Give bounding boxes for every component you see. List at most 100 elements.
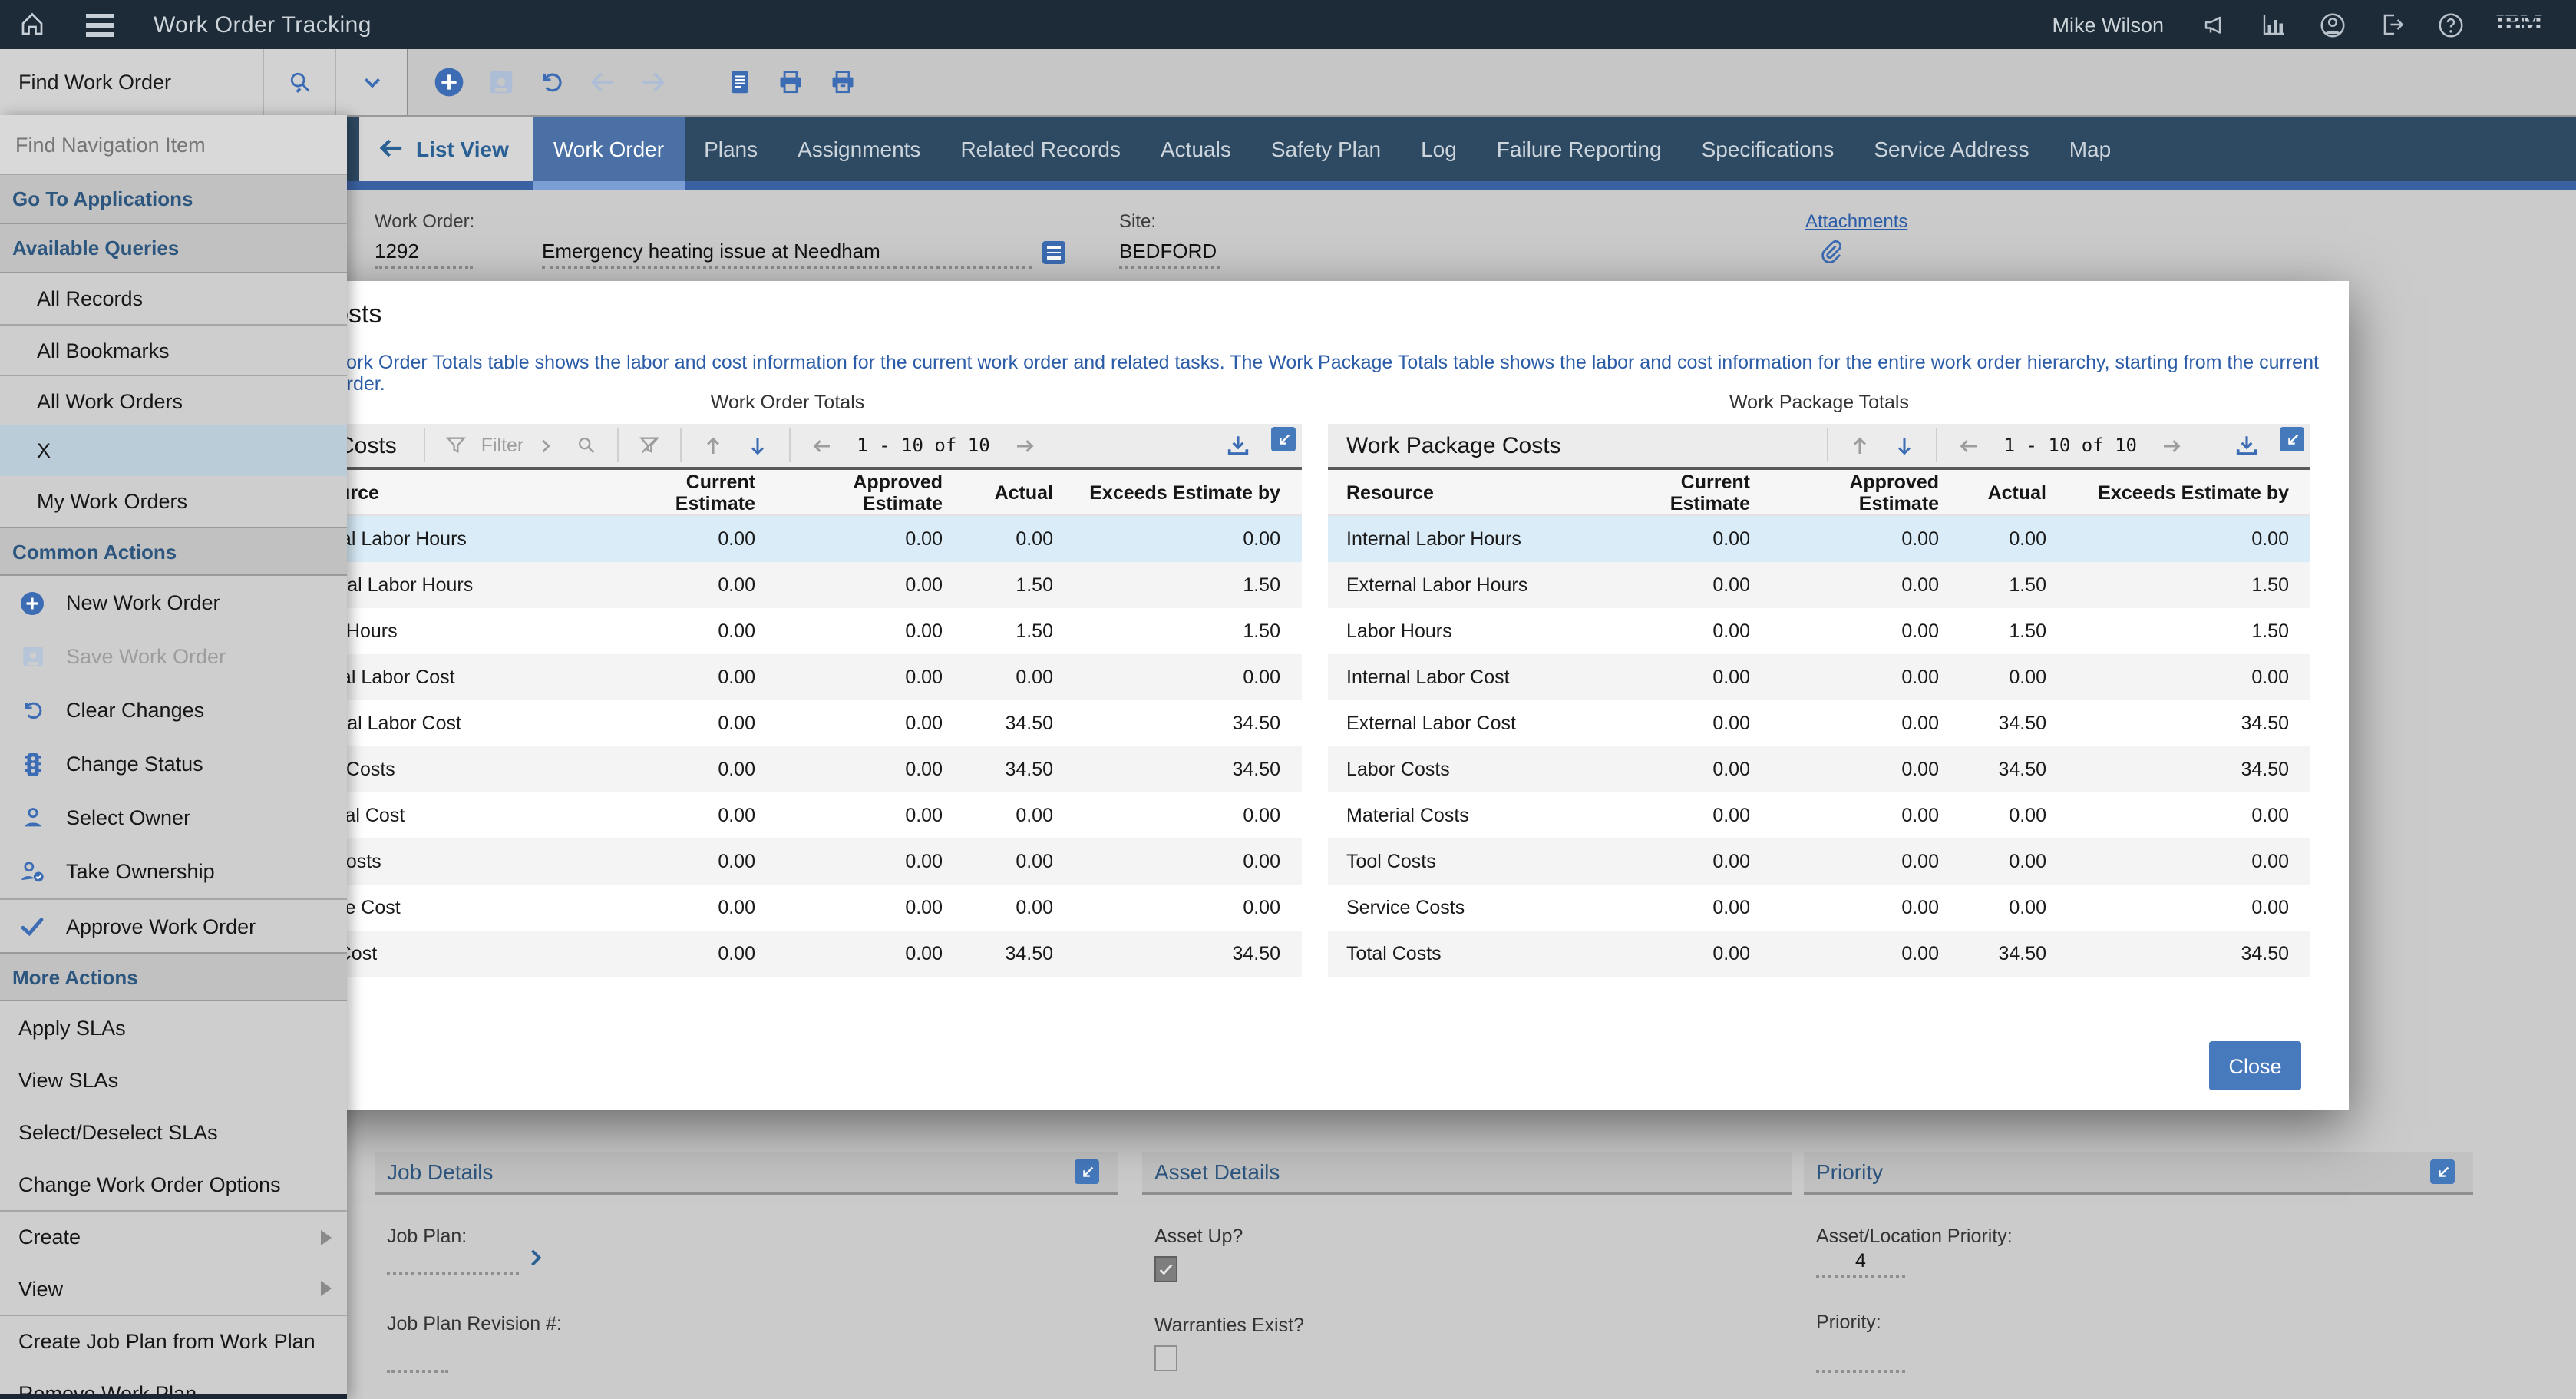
announcements-icon[interactable]: [2201, 11, 2228, 38]
table-row[interactable]: External Labor Hours0.000.001.501.50: [273, 562, 1302, 608]
column-header[interactable]: Approved Estimate: [1772, 471, 1960, 514]
sidebar-item-take-ownership[interactable]: Take Ownership: [0, 845, 347, 898]
profile-icon[interactable]: [2317, 10, 2346, 39]
previous-page-icon[interactable]: [811, 434, 834, 457]
print-icon[interactable]: [775, 68, 806, 97]
minimize-panel-icon[interactable]: [1075, 1159, 1099, 1184]
sidebar-item-all-work-orders[interactable]: All Work Orders: [0, 375, 347, 425]
find-navigation-input[interactable]: [0, 131, 347, 157]
sidebar-item-all-records[interactable]: All Records: [0, 273, 347, 324]
sidebar-header-common-actions[interactable]: Common Actions: [0, 527, 347, 576]
sidebar-item-select-deselect-slas[interactable]: Select/Deselect SLAs: [0, 1106, 347, 1158]
sidebar-header-more-actions[interactable]: More Actions: [0, 952, 347, 1001]
sidebar-item-select-owner[interactable]: Select Owner: [0, 791, 347, 845]
table-row[interactable]: Service Cost0.000.000.000.00: [273, 885, 1302, 931]
column-header[interactable]: Actual: [964, 481, 1075, 503]
previous-row-icon[interactable]: [702, 434, 725, 457]
table-row[interactable]: Labor Costs0.000.0034.5034.50: [1328, 746, 2310, 792]
minimize-table-icon[interactable]: [2280, 427, 2304, 451]
sidebar-item-apply-slas[interactable]: Apply SLAs: [0, 1001, 347, 1053]
filter-icon[interactable]: [446, 435, 467, 456]
column-header[interactable]: Current Estimate: [1600, 471, 1772, 514]
job-plan-revision-field[interactable]: [387, 1345, 448, 1373]
sidebar-item-new-work-order[interactable]: New Work Order: [0, 576, 347, 630]
work-order-number-field[interactable]: 1292: [375, 240, 473, 269]
filter-label[interactable]: Filter: [481, 435, 524, 456]
table-row[interactable]: Labor Hours0.000.001.501.50: [273, 608, 1302, 654]
previous-page-icon[interactable]: [1958, 434, 1981, 457]
reports-icon[interactable]: [2259, 11, 2287, 38]
table-row[interactable]: Service Costs0.000.000.000.00: [1328, 885, 2310, 931]
sidebar-item-x[interactable]: X: [0, 425, 347, 476]
minimize-table-icon[interactable]: [1271, 427, 1296, 451]
table-row[interactable]: Tool Costs0.000.000.000.00: [273, 838, 1302, 885]
next-page-icon[interactable]: [1013, 434, 1036, 457]
tab-log[interactable]: Log: [1401, 115, 1477, 190]
sidebar-item-create-job-plan-from-work-plan[interactable]: Create Job Plan from Work Plan: [0, 1315, 347, 1367]
next-row-icon[interactable]: [746, 434, 769, 457]
table-search-icon[interactable]: [576, 435, 597, 456]
warranties-exist-checkbox[interactable]: [1154, 1345, 1177, 1371]
long-description-icon[interactable]: [1042, 241, 1065, 264]
query-dropdown-button[interactable]: [336, 49, 407, 115]
column-header[interactable]: Resource: [1328, 481, 1600, 503]
site-field[interactable]: BEDFORD: [1119, 240, 1220, 269]
column-header[interactable]: Exceeds Estimate by: [1075, 481, 1302, 503]
table-row[interactable]: Total Costs0.000.0034.5034.50: [1328, 931, 2310, 977]
column-header[interactable]: Current Estimate: [608, 471, 777, 514]
work-order-description-field[interactable]: Emergency heating issue at Needham: [542, 240, 1032, 269]
sidebar-item-approve-work-order[interactable]: Approve Work Order: [0, 898, 347, 952]
table-row[interactable]: Internal Labor Cost0.000.000.000.00: [273, 654, 1302, 700]
run-reports-icon[interactable]: [726, 68, 754, 97]
column-header[interactable]: Exceeds Estimate by: [2068, 481, 2310, 503]
previous-row-icon[interactable]: [1849, 434, 1872, 457]
list-view-button[interactable]: List View: [359, 115, 533, 190]
sidebar-item-change-work-order-options[interactable]: Change Work Order Options: [0, 1158, 347, 1210]
table-row[interactable]: Material Cost0.000.000.000.00: [273, 792, 1302, 838]
sidebar-item-all-bookmarks[interactable]: All Bookmarks: [0, 324, 347, 375]
table-row[interactable]: External Labor Hours0.000.001.501.50: [1328, 562, 2310, 608]
menu-icon[interactable]: [86, 13, 114, 36]
tab-work-order[interactable]: Work Order: [533, 115, 684, 190]
job-plan-field[interactable]: [387, 1247, 519, 1275]
job-plan-detail-chevron-icon[interactable]: [525, 1247, 547, 1268]
table-row[interactable]: Internal Labor Hours0.000.000.000.00: [1328, 516, 2310, 562]
print-with-attachments-icon[interactable]: [827, 68, 858, 97]
table-row[interactable]: External Labor Cost0.000.0034.5034.50: [1328, 700, 2310, 746]
tab-actuals[interactable]: Actuals: [1141, 115, 1251, 190]
table-row[interactable]: Material Costs0.000.000.000.00: [1328, 792, 2310, 838]
table-row[interactable]: Labor Costs0.000.0034.5034.50: [273, 746, 1302, 792]
new-record-icon[interactable]: [433, 66, 465, 98]
sidebar-item-remove-work-plan[interactable]: Remove Work Plan: [0, 1367, 347, 1399]
help-icon[interactable]: [2436, 10, 2465, 39]
sidebar-item-clear-changes[interactable]: Clear Changes: [0, 683, 347, 737]
sidebar-item-view-slas[interactable]: View SLAs: [0, 1053, 347, 1106]
paperclip-icon[interactable]: [1818, 238, 1844, 264]
sidebar-item-create[interactable]: Create: [0, 1210, 347, 1262]
tab-map[interactable]: Map: [2049, 115, 2131, 190]
next-page-icon[interactable]: [2160, 434, 2183, 457]
tab-safety-plan[interactable]: Safety Plan: [1251, 115, 1401, 190]
home-icon[interactable]: [18, 11, 46, 38]
search-button[interactable]: [264, 49, 336, 115]
download-icon[interactable]: [1225, 432, 1251, 458]
column-header[interactable]: Approved Estimate: [777, 471, 964, 514]
sidebar-item-view[interactable]: View: [0, 1262, 347, 1315]
find-work-order-input[interactable]: [0, 69, 263, 95]
download-icon[interactable]: [2234, 432, 2260, 458]
attachments-link[interactable]: Attachments: [1805, 210, 1907, 232]
sign-out-icon[interactable]: [2377, 11, 2405, 38]
close-button[interactable]: Close: [2209, 1041, 2301, 1090]
tab-specifications[interactable]: Specifications: [1682, 115, 1854, 190]
filter-chevron-icon[interactable]: [537, 437, 554, 454]
table-row[interactable]: Tool Costs0.000.000.000.00: [1328, 838, 2310, 885]
tab-service-address[interactable]: Service Address: [1854, 115, 2049, 190]
column-header[interactable]: Actual: [1960, 481, 2068, 503]
sidebar-header-available-queries[interactable]: Available Queries: [0, 224, 347, 273]
tab-failure-reporting[interactable]: Failure Reporting: [1477, 115, 1682, 190]
sidebar-item-my-work-orders[interactable]: My Work Orders: [0, 476, 347, 527]
clear-filter-icon[interactable]: [639, 435, 660, 456]
table-row[interactable]: Total Cost0.000.0034.5034.50: [273, 931, 1302, 977]
table-row[interactable]: External Labor Cost0.000.0034.5034.50: [273, 700, 1302, 746]
table-row[interactable]: Internal Labor Cost0.000.000.000.00: [1328, 654, 2310, 700]
